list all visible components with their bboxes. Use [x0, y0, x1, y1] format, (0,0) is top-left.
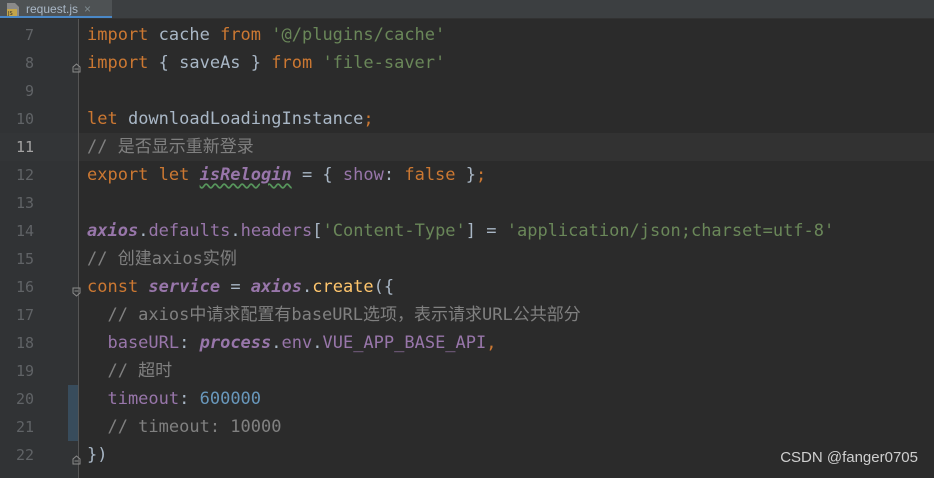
tab-close-icon[interactable]: ×: [84, 2, 91, 16]
line-number: 9: [24, 82, 34, 100]
line-number: 17: [15, 306, 34, 324]
line-number: 7: [24, 26, 34, 44]
code-line[interactable]: export let isRelogin = { show: false };: [87, 161, 486, 189]
line-number: 8: [24, 54, 34, 72]
line-number: 13: [15, 194, 34, 212]
code-token: '@/plugins/cache': [271, 25, 446, 45]
code-token: show: [342, 165, 384, 185]
code-token: .: [312, 333, 323, 353]
watermark: CSDN @fanger0705: [780, 449, 918, 466]
code-line[interactable]: // 是否显示重新登录: [87, 133, 254, 161]
line-number: 21: [15, 418, 34, 436]
code-token: 600000: [199, 389, 262, 409]
code-token: ,: [486, 333, 497, 353]
line-number: 18: [15, 334, 34, 352]
code-line[interactable]: // axios中请求配置有baseURL选项，表示请求URL公共部分: [87, 301, 581, 329]
line-number: 20: [15, 390, 34, 408]
code-line[interactable]: // 超时: [87, 357, 172, 385]
code-token: VUE_APP_BASE_API: [322, 333, 487, 353]
code-token: cache: [158, 25, 221, 45]
code-line[interactable]: import { saveAs } from 'file-saver': [87, 49, 445, 77]
code-token: export let: [87, 165, 200, 185]
code-token: 'file-saver': [322, 53, 446, 73]
line-number: 12: [15, 166, 34, 184]
code-token: // 超时: [87, 361, 173, 381]
fold-end-icon[interactable]: [72, 58, 81, 73]
code-token: process: [199, 333, 272, 353]
code-token: { saveAs }: [158, 53, 272, 73]
code-token: // axios中请求配置有baseURL选项，表示请求URL公共部分: [87, 305, 581, 325]
code-token: env: [281, 333, 313, 353]
code-token: .: [271, 333, 282, 353]
line-number: 15: [15, 250, 34, 268]
code-token: axios: [250, 277, 302, 297]
code-token: 'Content-Type': [322, 221, 466, 241]
code-token: // 创建axios实例: [87, 249, 237, 269]
fold-end-icon[interactable]: [72, 450, 81, 465]
line-number: 14: [15, 222, 34, 240]
code-token: baseURL: [87, 333, 180, 353]
code-token: timeout: [87, 389, 180, 409]
js-file-icon: JS: [6, 2, 20, 17]
code-token: [: [312, 221, 323, 241]
tab-filename: request.js: [26, 2, 79, 16]
code-token: let: [87, 109, 128, 129]
code-token: .: [230, 221, 241, 241]
line-number: 16: [15, 278, 34, 296]
code-token: create: [312, 277, 374, 297]
line-number: 11: [15, 138, 34, 156]
svg-text:JS: JS: [7, 11, 13, 16]
code-token: 'application/json;charset=utf-8': [506, 221, 835, 241]
code-token: = {: [291, 165, 343, 185]
code-token: =: [220, 277, 251, 297]
code-token: // 是否显示重新登录: [87, 137, 254, 157]
code-token: isRelogin: [199, 165, 292, 185]
code-line[interactable]: // timeout: 10000: [87, 413, 281, 441]
code-line[interactable]: baseURL: process.env.VUE_APP_BASE_API,: [87, 329, 497, 357]
line-number: 22: [15, 446, 34, 464]
code-token: .: [138, 221, 149, 241]
code-token: ] =: [465, 221, 507, 241]
code-token: .: [301, 277, 313, 297]
code-token: :: [179, 389, 200, 409]
code-token: from: [271, 53, 323, 73]
code-line[interactable]: // 创建axios实例: [87, 245, 237, 273]
code-line[interactable]: timeout: 600000: [87, 385, 261, 413]
code-token: const: [87, 277, 149, 297]
code-token: }): [87, 445, 108, 465]
code-token: ({: [373, 277, 395, 297]
code-editor[interactable]: 7 import cache from '@/plugins/cache' 8 imp…: [0, 19, 934, 478]
code-line[interactable]: const service = axios.create({: [87, 273, 394, 301]
code-token: :: [383, 165, 405, 185]
code-token: from: [220, 25, 272, 45]
code-token: ;: [476, 165, 487, 185]
code-token: import: [87, 53, 159, 73]
code-token: :: [179, 333, 200, 353]
code-token: ;: [363, 109, 374, 129]
code-token: axios: [87, 221, 139, 241]
active-tab-indicator: [0, 16, 112, 18]
code-token: // timeout: 10000: [87, 417, 282, 437]
code-token: service: [148, 277, 221, 297]
fold-start-icon[interactable]: [72, 282, 81, 297]
code-line[interactable]: }): [87, 441, 107, 469]
code-token: }: [455, 165, 477, 185]
tab-request-js[interactable]: JS request.js ×: [0, 0, 112, 18]
code-token: downloadLoadingInstance: [127, 109, 364, 129]
code-token: false: [404, 165, 456, 185]
line-number: 10: [15, 110, 34, 128]
code-line[interactable]: axios.defaults.headers['Content-Type'] =…: [87, 217, 834, 245]
code-line[interactable]: import cache from '@/plugins/cache': [87, 21, 445, 49]
code-token: defaults: [148, 221, 231, 241]
vcs-change-marker[interactable]: [68, 385, 78, 441]
gutter-separator: [78, 19, 79, 478]
code-token: import: [87, 25, 159, 45]
line-number: 19: [15, 362, 34, 380]
editor-tab-bar: JS request.js ×: [0, 0, 934, 19]
code-token: headers: [240, 221, 313, 241]
code-line[interactable]: let downloadLoadingInstance;: [87, 105, 374, 133]
